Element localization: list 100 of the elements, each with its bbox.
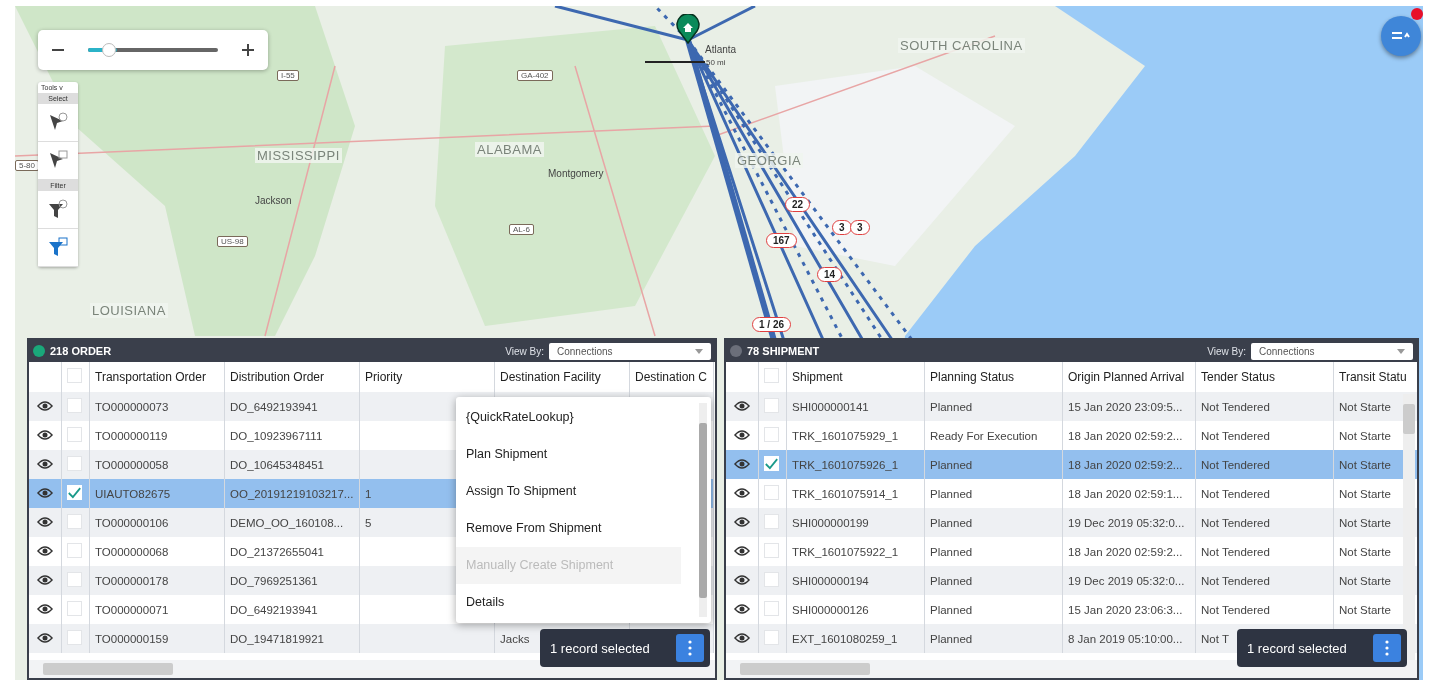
select-all-checkbox[interactable] xyxy=(764,368,779,383)
eye-icon[interactable] xyxy=(37,429,53,440)
road-shield: US-98 xyxy=(217,236,248,247)
eye-icon[interactable] xyxy=(37,632,53,643)
table-cell: Not Tendered xyxy=(1201,516,1270,529)
table-cell: 15 Jan 2020 23:09:5... xyxy=(1068,400,1183,413)
row-checkbox[interactable] xyxy=(67,543,82,558)
eye-icon[interactable] xyxy=(37,487,53,498)
row-checkbox[interactable] xyxy=(764,572,779,587)
row-checkbox[interactable] xyxy=(67,514,82,529)
menu-item[interactable]: {QuickRateLookup} xyxy=(456,399,681,436)
menu-item[interactable]: Remove From Shipment xyxy=(456,510,681,547)
row-checkbox[interactable] xyxy=(67,398,82,413)
eye-icon[interactable] xyxy=(734,603,750,614)
menu-item[interactable]: Plan Shipment xyxy=(456,436,681,473)
tool-button[interactable] xyxy=(38,104,78,142)
table-cell: TRK_1601075926_1 xyxy=(792,458,899,471)
column-header[interactable]: Shipment xyxy=(792,370,843,384)
cluster-badge[interactable]: 1 / 26 xyxy=(752,317,792,332)
row-checkbox[interactable] xyxy=(764,398,779,413)
eye-icon[interactable] xyxy=(734,429,750,440)
table-cell: 19 Dec 2019 05:32:0... xyxy=(1068,516,1185,529)
table-cell: DO_10923967111 xyxy=(230,429,323,442)
table-cell: Not Tendered xyxy=(1201,458,1270,471)
table-cell: Not Tendered xyxy=(1201,429,1270,442)
table-cell: SHI000000141 xyxy=(792,400,869,413)
tool-button[interactable] xyxy=(38,229,78,267)
table-cell: Not Tendered xyxy=(1201,574,1270,587)
table-cell: Not Tendered xyxy=(1201,545,1270,558)
column-header[interactable]: Distribution Order xyxy=(230,370,325,384)
table-cell: TO000000058 xyxy=(95,458,169,471)
eye-icon[interactable] xyxy=(734,545,750,556)
table-cell: DO_10645348451 xyxy=(230,458,324,471)
column-header[interactable]: Priority xyxy=(365,370,403,384)
location-pin-icon[interactable] xyxy=(676,14,700,44)
table-cell: SHI000000199 xyxy=(792,516,869,529)
select-all-checkbox[interactable] xyxy=(67,368,82,383)
table-cell: UIAUTO82675 xyxy=(95,487,171,500)
row-checkbox[interactable] xyxy=(764,485,779,500)
column-header[interactable]: Origin Planned Arrival xyxy=(1068,370,1185,384)
row-checkbox[interactable] xyxy=(67,456,82,471)
view-by-dropdown[interactable]: Connections xyxy=(549,342,711,360)
tool-button[interactable] xyxy=(38,191,78,229)
row-checkbox[interactable] xyxy=(67,572,82,587)
eye-icon[interactable] xyxy=(37,516,53,527)
table-cell: 18 Jan 2020 02:59:1... xyxy=(1068,487,1183,500)
table-cell: Not Tendered xyxy=(1201,487,1270,500)
row-checkbox[interactable] xyxy=(764,514,779,529)
menu-item[interactable]: Assign To Shipment xyxy=(456,473,681,510)
table-cell: OO_20191219103217... xyxy=(230,487,354,500)
eye-icon[interactable] xyxy=(37,574,53,585)
table-cell: TO000000159 xyxy=(95,632,169,645)
view-by-dropdown[interactable]: Connections xyxy=(1251,342,1413,360)
checkmark-icon xyxy=(765,456,778,471)
eye-icon[interactable] xyxy=(734,458,750,469)
eye-icon[interactable] xyxy=(37,458,53,469)
row-checkbox[interactable] xyxy=(67,601,82,616)
table-cell: TRK_1601075922_1 xyxy=(792,545,899,558)
column-header[interactable]: Planning Status xyxy=(930,370,1015,384)
column-header[interactable]: Tender Status xyxy=(1201,370,1276,384)
table-cell: Not T xyxy=(1201,632,1229,645)
eye-icon[interactable] xyxy=(734,632,750,643)
column-header[interactable]: Transit Statu xyxy=(1339,370,1407,384)
row-checkbox[interactable] xyxy=(67,427,82,442)
row-checkbox[interactable] xyxy=(764,601,779,616)
road-shield: I-55 xyxy=(277,70,299,81)
cluster-badge[interactable]: 167 xyxy=(766,233,797,248)
eye-icon[interactable] xyxy=(734,574,750,585)
eye-icon[interactable] xyxy=(37,400,53,411)
column-header[interactable]: Destination C xyxy=(635,370,708,384)
column-header[interactable]: Transportation Order xyxy=(95,370,206,384)
row-checkbox[interactable] xyxy=(764,427,779,442)
menu-item[interactable]: Details xyxy=(456,584,681,621)
table-cell: DO_6492193941 xyxy=(230,603,318,616)
eye-icon[interactable] xyxy=(734,487,750,498)
state-label: MISSISSIPPI xyxy=(255,148,342,163)
table-cell: Not Tendered xyxy=(1201,603,1270,616)
table-cell: Not Starte xyxy=(1339,458,1391,471)
table-cell: 19 Dec 2019 05:32:0... xyxy=(1068,574,1185,587)
row-checkbox[interactable] xyxy=(764,630,779,645)
vertical-scrollbar[interactable] xyxy=(1403,394,1415,660)
eye-icon[interactable] xyxy=(734,516,750,527)
state-label: SOUTH CAROLINA xyxy=(898,38,1025,53)
eye-icon[interactable] xyxy=(734,400,750,411)
menu-scrollbar[interactable] xyxy=(699,403,707,617)
eye-icon[interactable] xyxy=(37,603,53,614)
table-cell: DO_19471819921 xyxy=(230,632,324,645)
table-cell: TO000000071 xyxy=(95,603,169,616)
eye-icon[interactable] xyxy=(37,545,53,556)
slider-thumb[interactable] xyxy=(102,43,117,57)
table-cell: Not Starte xyxy=(1339,400,1391,413)
plus-icon xyxy=(241,43,255,57)
panel-title: 78 SHIPMENT xyxy=(747,345,821,357)
row-checkbox[interactable] xyxy=(67,630,82,645)
tool-button[interactable] xyxy=(38,142,78,180)
city-label: Jackson xyxy=(255,195,292,206)
row-checkbox[interactable] xyxy=(764,543,779,558)
table-cell: TO000000068 xyxy=(95,545,169,558)
column-header[interactable]: Destination Facility xyxy=(500,370,601,384)
table-cell: TRK_1601075914_1 xyxy=(792,487,899,500)
